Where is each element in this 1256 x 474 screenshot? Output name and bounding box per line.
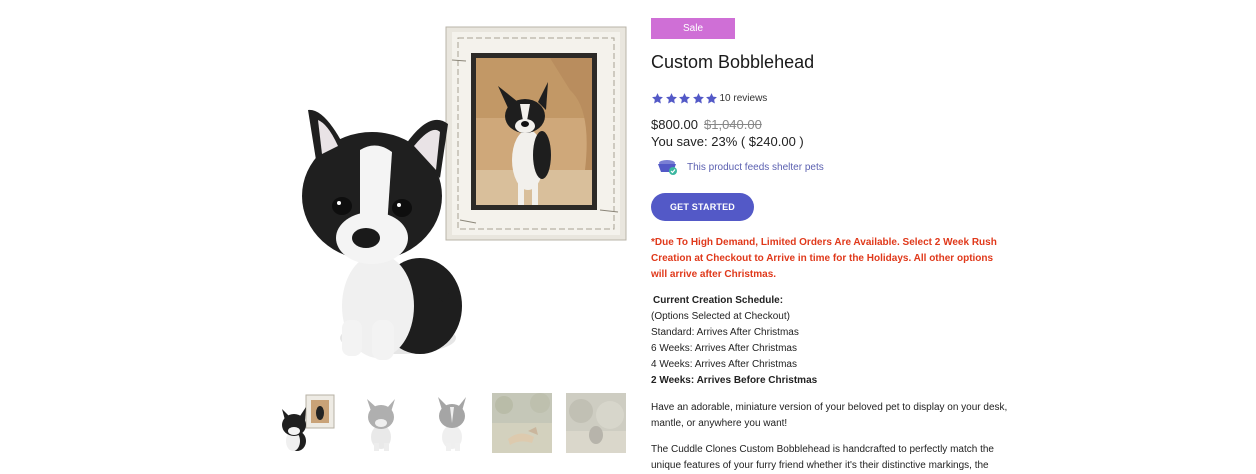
schedule-subtitle: (Options Selected at Checkout) (651, 311, 790, 322)
compare-at-price: $1,040.00 (704, 117, 762, 132)
schedule-two-weeks: 2 Weeks: Arrives Before Christmas (651, 375, 818, 386)
main-product-image[interactable] (280, 20, 630, 370)
sale-price: $800.00 (651, 117, 698, 132)
rating-stars (651, 92, 719, 105)
star-icon (706, 92, 717, 103)
star-icon (665, 92, 677, 103)
pet-bowl-icon (658, 160, 677, 175)
savings-text: You save: 23% ( $240.00 ) (651, 134, 804, 149)
schedule-standard: Standard: Arrives After Christmas (651, 327, 799, 338)
thumbnail-bobblehead-side-image (367, 399, 395, 451)
thumbnail-bobblehead-frame-image (282, 394, 335, 451)
schedule-four-weeks: 4 Weeks: Arrives After Christmas (651, 359, 797, 370)
thumbnail-bobblehead-back-image (438, 397, 466, 451)
bobblehead-and-frame-image (302, 26, 627, 360)
star-icon (679, 92, 690, 103)
product-title: Custom Bobblehead (651, 52, 815, 72)
thumbnail-3[interactable] (426, 393, 486, 453)
thumbnail-dog-blurred-photo (566, 393, 626, 453)
shelter-pets-text: This product feeds shelter pets (687, 161, 824, 173)
star-icon (652, 92, 663, 103)
product-description-detail: The Cuddle Clones Custom Bobblehead is h… (651, 444, 994, 471)
star-icon (692, 92, 704, 103)
thumbnail-5[interactable] (566, 393, 626, 453)
price-row: $800.00 $1,040.00 (651, 117, 762, 132)
thumbnail-2[interactable] (353, 393, 413, 453)
sale-badge: Sale (651, 18, 735, 39)
creation-schedule: Current Creation Schedule: (Options Sele… (651, 293, 1011, 389)
high-demand-notice: *Due To High Demand, Limited Orders Are … (651, 237, 997, 280)
product-description-intro: Have an adorable, miniature version of y… (651, 402, 1008, 429)
thumbnail-dog-outdoor-photo (492, 393, 552, 453)
product-gallery (280, 20, 630, 460)
schedule-title: Current Creation Schedule: (653, 295, 784, 306)
thumbnail-strip (280, 393, 630, 455)
product-rating[interactable]: 10 reviews (651, 90, 767, 106)
schedule-six-weeks: 6 Weeks: Arrives After Christmas (651, 343, 797, 354)
thumbnail-4[interactable] (492, 393, 552, 453)
get-started-button[interactable]: GET STARTED (651, 193, 754, 221)
thumbnail-1[interactable] (280, 393, 340, 453)
reviews-count-link[interactable]: 10 reviews (720, 93, 768, 104)
shelter-pets-note: This product feeds shelter pets (655, 157, 824, 177)
